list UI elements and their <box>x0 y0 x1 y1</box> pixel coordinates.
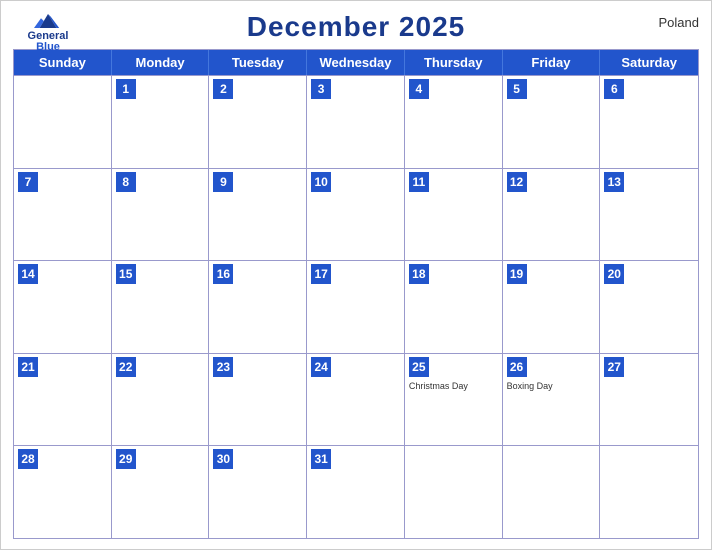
date-number: 7 <box>18 172 38 192</box>
date-number: 26 <box>507 357 527 377</box>
day-cell: 5 <box>503 76 601 168</box>
date-number: 14 <box>18 264 38 284</box>
date-number: 19 <box>507 264 527 284</box>
day-cell: 11 <box>405 169 503 261</box>
date-number: 17 <box>311 264 331 284</box>
week-row-1: 1 2 3 4 5 6 <box>14 75 698 168</box>
day-cell: 31 <box>307 446 405 538</box>
day-cell: 14 <box>14 261 112 353</box>
logo-icon <box>34 11 62 31</box>
day-cell: 19 <box>503 261 601 353</box>
day-cell: 2 <box>209 76 307 168</box>
date-number: 29 <box>116 449 136 469</box>
week-row-5: 28 29 30 31 <box>14 445 698 538</box>
day-headers-row: SundayMondayTuesdayWednesdayThursdayFrid… <box>14 50 698 75</box>
day-cell: 25 Christmas Day <box>405 354 503 446</box>
day-cell: 23 <box>209 354 307 446</box>
day-cell: 29 <box>112 446 210 538</box>
day-cell: 27 <box>600 354 698 446</box>
day-cell: 18 <box>405 261 503 353</box>
day-cell: 26 Boxing Day <box>503 354 601 446</box>
date-number: 21 <box>18 357 38 377</box>
day-cell: 13 <box>600 169 698 261</box>
day-cell: 24 <box>307 354 405 446</box>
date-number: 30 <box>213 449 233 469</box>
country-label: Poland <box>659 15 699 30</box>
day-header-thursday: Thursday <box>405 50 503 75</box>
date-number: 20 <box>604 264 624 284</box>
week-row-3: 14 15 16 17 18 19 20 <box>14 260 698 353</box>
date-number: 31 <box>311 449 331 469</box>
date-number: 27 <box>604 357 624 377</box>
title-area: December 2025 <box>247 11 465 43</box>
day-cell: 22 <box>112 354 210 446</box>
day-cell: 4 <box>405 76 503 168</box>
date-number: 6 <box>604 79 624 99</box>
date-number: 15 <box>116 264 136 284</box>
day-cell: 7 <box>14 169 112 261</box>
logo-blue-text: Blue <box>36 42 60 53</box>
date-number: 9 <box>213 172 233 192</box>
day-cell <box>600 446 698 538</box>
holiday-label: Christmas Day <box>409 381 498 392</box>
day-cell: 15 <box>112 261 210 353</box>
day-header-sunday: Sunday <box>14 50 112 75</box>
calendar-grid: SundayMondayTuesdayWednesdayThursdayFrid… <box>13 49 699 539</box>
day-cell: 6 <box>600 76 698 168</box>
day-cell: 12 <box>503 169 601 261</box>
date-number: 22 <box>116 357 136 377</box>
date-number: 25 <box>409 357 429 377</box>
day-cell: 9 <box>209 169 307 261</box>
date-number: 18 <box>409 264 429 284</box>
day-header-wednesday: Wednesday <box>307 50 405 75</box>
date-number: 11 <box>409 172 429 192</box>
day-header-saturday: Saturday <box>600 50 698 75</box>
date-number: 13 <box>604 172 624 192</box>
day-header-friday: Friday <box>503 50 601 75</box>
day-header-tuesday: Tuesday <box>209 50 307 75</box>
calendar-title: December 2025 <box>247 11 465 43</box>
logo-area: General Blue <box>13 11 83 53</box>
week-row-2: 7 8 9 10 11 12 13 <box>14 168 698 261</box>
date-number: 16 <box>213 264 233 284</box>
date-number: 10 <box>311 172 331 192</box>
day-cell <box>14 76 112 168</box>
date-number: 8 <box>116 172 136 192</box>
date-number: 5 <box>507 79 527 99</box>
day-cell: 30 <box>209 446 307 538</box>
calendar-wrapper: General Blue December 2025 Poland Sunday… <box>0 0 712 550</box>
day-cell: 17 <box>307 261 405 353</box>
date-number: 3 <box>311 79 331 99</box>
date-number: 24 <box>311 357 331 377</box>
day-cell: 21 <box>14 354 112 446</box>
date-number: 1 <box>116 79 136 99</box>
week-row-4: 21 22 23 24 25 Christmas Day 26 Boxing Day 27 <box>14 353 698 446</box>
calendar-header: General Blue December 2025 Poland <box>13 11 699 43</box>
date-number: 4 <box>409 79 429 99</box>
date-number: 2 <box>213 79 233 99</box>
day-cell: 16 <box>209 261 307 353</box>
date-number: 28 <box>18 449 38 469</box>
holiday-label: Boxing Day <box>507 381 596 392</box>
day-cell: 20 <box>600 261 698 353</box>
day-cell: 8 <box>112 169 210 261</box>
day-cell <box>503 446 601 538</box>
day-cell <box>405 446 503 538</box>
day-cell: 10 <box>307 169 405 261</box>
day-cell: 28 <box>14 446 112 538</box>
day-cell: 3 <box>307 76 405 168</box>
weeks-container: 1234567891011121314151617181920212223242… <box>14 75 698 538</box>
date-number: 12 <box>507 172 527 192</box>
day-header-monday: Monday <box>112 50 210 75</box>
date-number: 23 <box>213 357 233 377</box>
day-cell: 1 <box>112 76 210 168</box>
